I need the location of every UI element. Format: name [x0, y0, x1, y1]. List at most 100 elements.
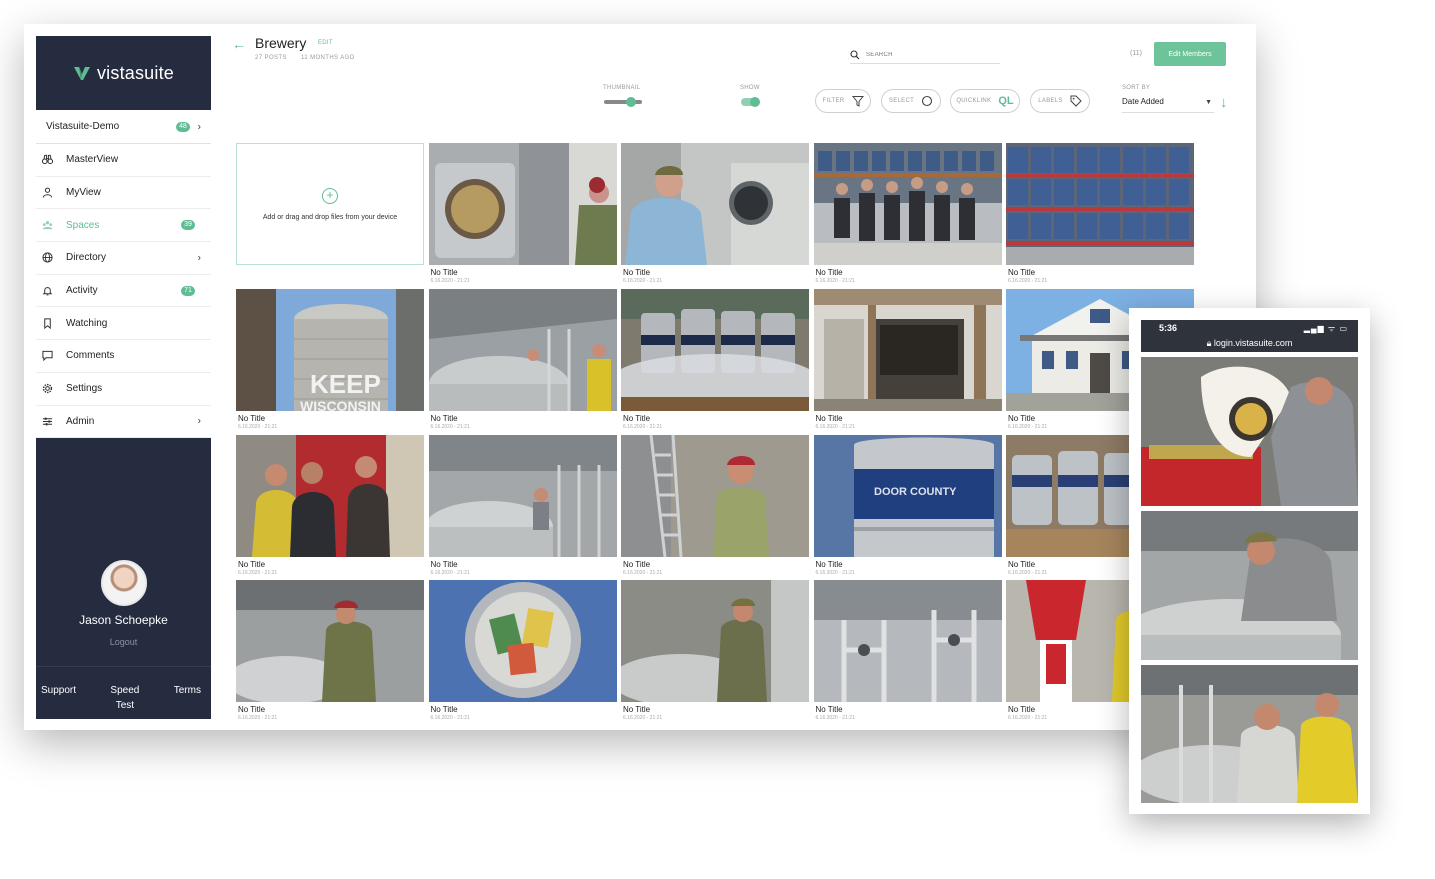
terms-link[interactable]: Terms [174, 683, 201, 713]
search-icon [850, 49, 860, 59]
post-thumbnail[interactable] [621, 143, 809, 265]
sidebar-item-label: Spaces [66, 219, 100, 231]
post-thumbnail[interactable] [621, 580, 809, 702]
sidebar-item-comments[interactable]: Comments [36, 340, 211, 373]
post-title: No Title [623, 560, 651, 569]
post-thumbnail[interactable] [621, 289, 809, 411]
post-card[interactable]: No Title 6.16.2020 - 21:21 [813, 143, 1002, 289]
post-thumbnail[interactable] [236, 435, 424, 557]
support-link[interactable]: Support [41, 683, 76, 713]
search-bar [850, 46, 1000, 64]
sidebar-item-directory[interactable]: Directory › [36, 242, 211, 275]
sort-direction-arrow-icon[interactable]: ↓ [1220, 94, 1228, 111]
post-thumbnail[interactable] [813, 289, 1002, 411]
post-date: 6.16.2020 - 21:21 [815, 570, 855, 576]
post-thumbnail[interactable] [621, 435, 809, 557]
post-card[interactable]: No Title 6.16.2020 - 21:21 [428, 435, 617, 581]
sidebar-item-activity[interactable]: Activity 71 [36, 275, 211, 308]
post-thumbnail[interactable]: DOOR COUNTY [813, 435, 1002, 557]
space-selector[interactable]: Vistasuite-Demo 48 › [36, 110, 211, 144]
post-thumbnail[interactable] [1006, 143, 1194, 265]
upload-text: Add or drag and drop files from your dev… [262, 213, 398, 221]
filter-button[interactable]: FILTER [815, 89, 871, 113]
post-card[interactable]: No Title 6.16.2020 - 21:21 [428, 143, 617, 289]
logout-link[interactable]: Logout [36, 637, 211, 647]
mobile-post-thumbnail[interactable] [1141, 357, 1358, 506]
edit-members-button[interactable]: Edit Members [1154, 42, 1226, 66]
post-date: 6.16.2020 - 21:21 [815, 278, 855, 284]
mobile-clock: 5:36 [1159, 323, 1178, 333]
gear-icon [40, 382, 54, 396]
door-county-sign-text: DOOR COUNTY [874, 486, 957, 498]
post-thumbnail[interactable]: KEEP WISCONSIN [236, 289, 424, 411]
post-date: 6.16.2020 - 21:21 [815, 715, 855, 721]
sidebar-item-settings[interactable]: Settings [36, 373, 211, 406]
select-button[interactable]: SELECT [881, 89, 941, 113]
edit-title-link[interactable]: EDIT [318, 40, 333, 46]
sidebar-item-masterview[interactable]: MasterView [36, 144, 211, 177]
comment-icon [40, 349, 54, 363]
quicklink-button[interactable]: QUICKLINK QL [950, 89, 1020, 113]
post-date: 6.16.2020 - 21:21 [238, 424, 278, 430]
upload-card[interactable]: + Add or drag and drop files from your d… [236, 143, 424, 289]
post-card[interactable]: DOOR COUNTY No Title 6.16.2020 - 21:21 [813, 435, 1002, 581]
post-card[interactable]: No Title 6.16.2020 - 21:21 [813, 580, 1002, 726]
post-thumbnail[interactable] [428, 580, 617, 702]
post-card[interactable]: No Title 6.16.2020 - 21:21 [621, 143, 809, 289]
post-date: 6.16.2020 - 21:21 [1008, 278, 1048, 284]
post-thumbnail[interactable] [428, 435, 617, 557]
post-title: No Title [430, 705, 458, 714]
post-card[interactable]: No Title 6.16.2020 - 21:21 [1006, 143, 1194, 289]
thumbnail-size-slider[interactable] [604, 97, 642, 107]
back-arrow-icon[interactable]: ← [232, 36, 246, 52]
post-card[interactable]: No Title 6.16.2020 - 21:21 [236, 435, 424, 581]
desktop-window: vistasuite Vistasuite-Demo 48 › MasterVi… [24, 24, 1256, 730]
sort-select[interactable]: Date Added ▼ [1122, 97, 1214, 113]
mobile-post-thumbnail[interactable] [1141, 511, 1358, 660]
sidebar-item-admin[interactable]: Admin › [36, 406, 211, 439]
post-card[interactable]: No Title 6.16.2020 - 21:21 [428, 289, 617, 435]
brand-logo[interactable]: vistasuite [36, 36, 211, 110]
post-date: 6.16.2020 - 21:21 [430, 424, 470, 430]
speed-test-link[interactable]: Speed Test [105, 683, 145, 713]
post-date: 6.16.2020 - 21:21 [430, 715, 470, 721]
post-thumbnail[interactable] [813, 580, 1002, 702]
avatar[interactable] [100, 560, 147, 606]
show-toggle[interactable] [741, 97, 760, 107]
spaces-count-badge: 39 [181, 220, 195, 231]
filter-icon [851, 95, 864, 107]
post-card[interactable]: No Title 6.16.2020 - 21:21 [621, 580, 809, 726]
post-card[interactable]: No Title 6.16.2020 - 21:21 [621, 289, 809, 435]
search-input[interactable] [866, 51, 986, 58]
post-date: 6.16.2020 - 21:21 [238, 570, 278, 576]
member-count: (11) [1130, 50, 1142, 57]
post-date: 6.16.2020 - 21:21 [623, 570, 663, 576]
post-card[interactable]: No Title 6.16.2020 - 21:21 [428, 580, 617, 726]
post-title: No Title [815, 705, 843, 714]
upload-dropzone[interactable]: + Add or drag and drop files from your d… [236, 143, 424, 265]
slider-handle[interactable] [626, 97, 636, 107]
post-card[interactable]: No Title 6.16.2020 - 21:21 [621, 435, 809, 581]
post-card[interactable]: No Title 6.16.2020 - 21:21 [236, 580, 424, 726]
sidebar-item-label: Watching [66, 317, 108, 329]
mobile-post-thumbnail[interactable] [1141, 665, 1358, 803]
sidebar-item-watching[interactable]: Watching [36, 307, 211, 341]
post-title: No Title [238, 705, 266, 714]
post-card[interactable]: KEEP WISCONSIN No Title 6.16.2020 - 21:21 [236, 289, 424, 435]
sidebar-nav: Vistasuite-Demo 48 › MasterView MyView S… [36, 110, 211, 439]
spaces-icon [40, 218, 54, 232]
mobile-status-icons: ▂▄▆ ᯤ ▭ [1303, 324, 1348, 333]
post-thumbnail[interactable] [428, 143, 617, 265]
post-thumbnail[interactable] [428, 289, 617, 411]
sidebar-item-spaces[interactable]: Spaces 39 [36, 209, 211, 243]
post-thumbnail[interactable] [813, 143, 1002, 265]
post-date: 6.16.2020 - 21:21 [623, 715, 663, 721]
sidebar-item-myview[interactable]: MyView [36, 177, 211, 210]
post-thumbnail[interactable] [236, 580, 424, 702]
labels-label: LABELS [1038, 98, 1063, 104]
chevron-right-icon: › [197, 121, 201, 132]
post-card[interactable]: No Title 6.16.2020 - 21:21 [813, 289, 1002, 435]
sidebar-item-label: Activity [66, 285, 98, 297]
mobile-url[interactable]: 🔒︎ login.vistasuite.com [1141, 338, 1358, 349]
labels-button[interactable]: LABELS [1030, 89, 1090, 113]
